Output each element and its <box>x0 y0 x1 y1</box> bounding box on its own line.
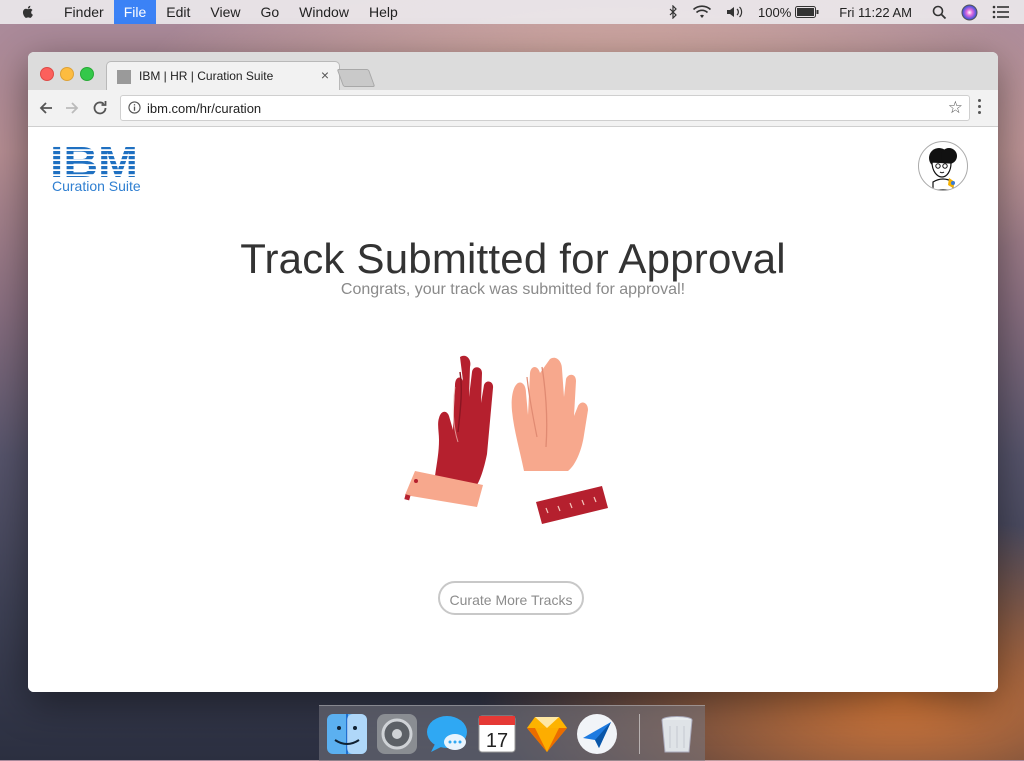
tab-bar: IBM | HR | Curation Suite × <box>28 52 998 91</box>
sketch-icon[interactable] <box>525 712 569 756</box>
messages-icon[interactable] <box>425 712 469 756</box>
ibm-logo[interactable]: IBM Curation Suite <box>50 138 141 194</box>
page-title: Track Submitted for Approval <box>240 235 786 282</box>
svg-text:17: 17 <box>486 730 508 752</box>
curate-more-tracks-button[interactable]: Curate More Tracks <box>438 581 584 615</box>
minimize-window-button[interactable] <box>60 67 74 81</box>
menu-window[interactable]: Window <box>289 0 359 24</box>
menu-finder[interactable]: Finder <box>54 0 114 24</box>
close-window-button[interactable] <box>40 67 54 81</box>
clock[interactable]: Fri 11:22 AM <box>839 5 912 20</box>
menu-edit[interactable]: Edit <box>156 0 200 24</box>
volume-icon[interactable] <box>726 5 744 19</box>
high-five-illustration <box>404 355 608 524</box>
tab-close-icon[interactable]: × <box>321 67 329 83</box>
logo-subtitle: Curation Suite <box>52 178 141 194</box>
siri-icon[interactable] <box>961 4 978 21</box>
airmail-icon[interactable] <box>575 712 619 756</box>
tab-title: IBM | HR | Curation Suite <box>139 69 274 83</box>
avatar-illustration <box>929 148 957 190</box>
spotlight-search-icon[interactable] <box>932 5 947 20</box>
menu-bar: Finder File Edit View Go Window Help 100… <box>0 0 1024 24</box>
forward-arrow-icon[interactable] <box>62 98 82 118</box>
notification-center-icon[interactable] <box>992 5 1010 19</box>
apple-icon[interactable] <box>20 4 36 20</box>
browser-tab[interactable]: IBM | HR | Curation Suite × <box>106 61 340 91</box>
wifi-icon[interactable] <box>692 5 712 19</box>
finder-icon[interactable] <box>325 712 369 756</box>
system-preferences-icon[interactable] <box>375 712 419 756</box>
calendar-icon[interactable]: 17 <box>475 712 519 756</box>
url-text[interactable]: ibm.com/hr/curation <box>147 101 261 116</box>
ibm-logo-mark: IBM <box>50 138 138 187</box>
browser-window: IBM | HR | Curation Suite × ibm.com/hr/c… <box>28 52 998 692</box>
reload-icon[interactable] <box>90 98 110 118</box>
browser-toolbar: ibm.com/hr/curation ☆ <box>28 90 998 127</box>
menu-go[interactable]: Go <box>250 0 289 24</box>
battery-percent: 100% <box>758 4 792 20</box>
favicon-icon <box>117 70 131 84</box>
back-arrow-icon[interactable] <box>36 98 56 118</box>
menu-file[interactable]: File <box>113 0 157 24</box>
battery-icon[interactable] <box>795 6 819 18</box>
browser-menu-icon[interactable] <box>978 99 982 117</box>
page-subtitle: Congrats, your track was submitted for a… <box>340 281 686 298</box>
bluetooth-icon[interactable] <box>668 5 678 19</box>
info-icon[interactable] <box>128 101 141 114</box>
new-tab-button[interactable] <box>336 69 376 87</box>
menu-help[interactable]: Help <box>359 0 408 24</box>
status-area: 100% Fri 11:22 AM <box>668 0 1024 24</box>
dock-separator <box>639 714 640 754</box>
zoom-window-button[interactable] <box>80 67 94 81</box>
menu-view[interactable]: View <box>200 0 250 24</box>
bookmark-star-icon[interactable]: ☆ <box>948 98 963 118</box>
dock: 17 <box>319 705 705 761</box>
svg-text:IBM: IBM <box>50 141 138 179</box>
page-content: IBM Curation Suite Track Submitted for A… <box>28 127 998 692</box>
trash-icon[interactable] <box>655 712 699 756</box>
red-glove-hand <box>404 355 494 507</box>
address-bar[interactable]: ibm.com/hr/curation ☆ <box>120 95 970 121</box>
skin-hand <box>511 357 608 524</box>
user-avatar[interactable] <box>918 141 968 191</box>
